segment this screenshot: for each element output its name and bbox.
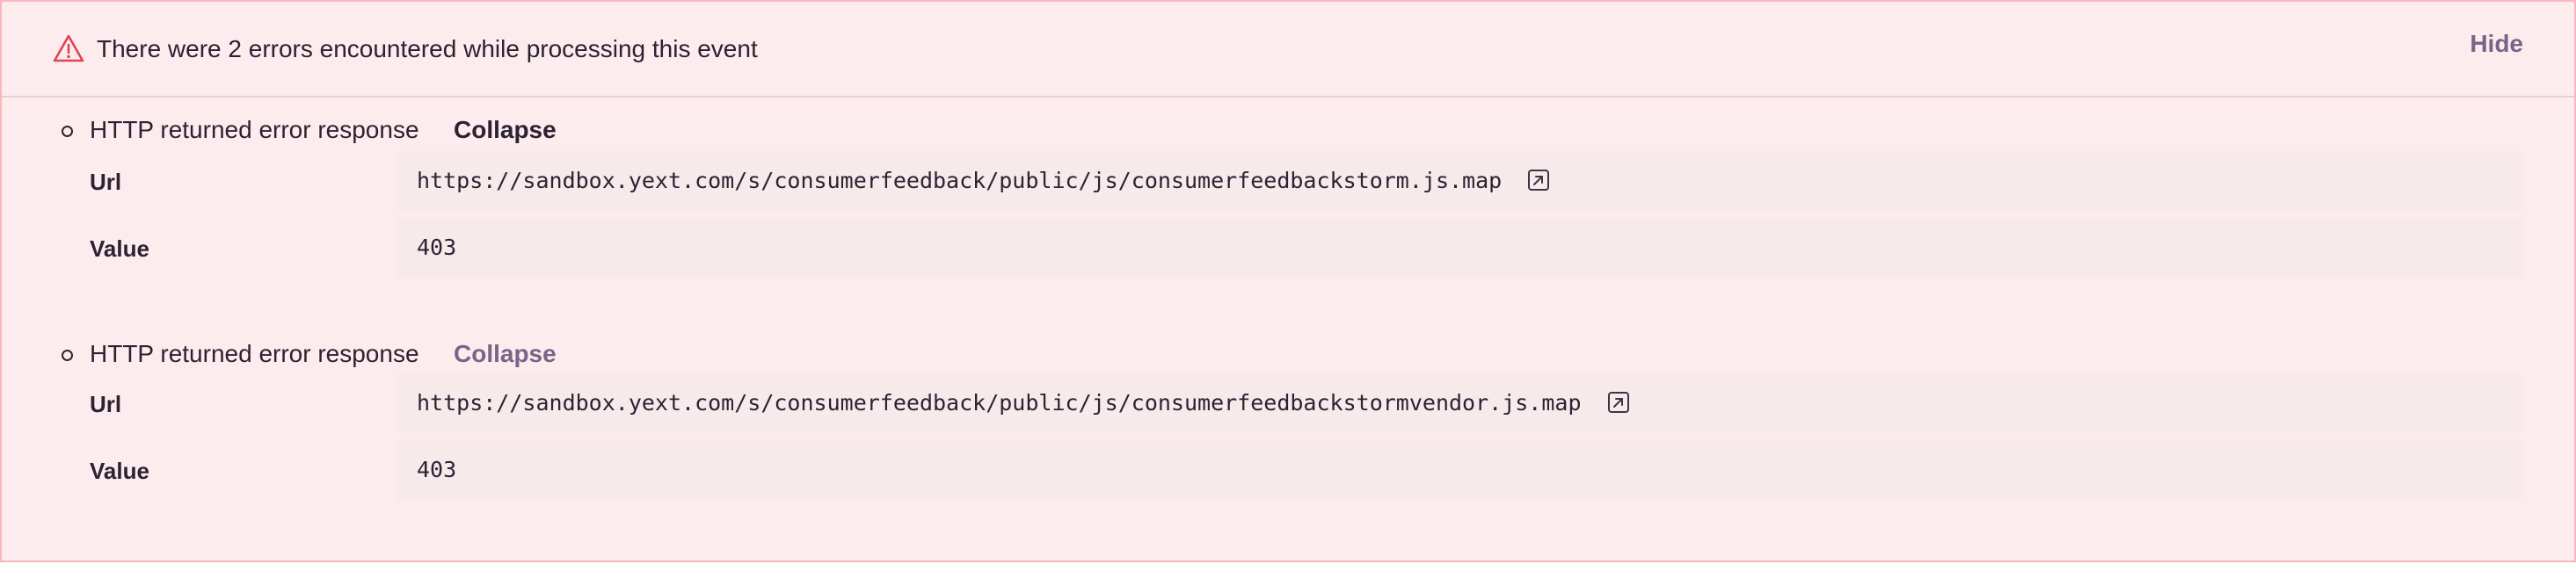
- error-title: HTTP returned error response: [90, 340, 419, 367]
- field-row-url: https://sandbox.yext.com/s/consumerfeedb…: [396, 151, 2523, 211]
- alert-title: There were 2 errors encountered while pr…: [97, 35, 758, 62]
- alert-header: There were 2 errors encountered while pr…: [2, 2, 2574, 98]
- error-item: HTTP returned error response Collapse Ur…: [2, 338, 2574, 514]
- warning-triangle-icon: [53, 34, 84, 62]
- open-external-icon[interactable]: [1607, 391, 1630, 414]
- field-row-value: 403: [396, 218, 2523, 278]
- bullet-icon: [62, 350, 73, 361]
- error-item: HTTP returned error response Collapse Ur…: [2, 114, 2574, 290]
- error-alert-panel: There were 2 errors encountered while pr…: [0, 0, 2576, 562]
- field-row-url: https://sandbox.yext.com/s/consumerfeedb…: [396, 373, 2523, 433]
- bullet-icon: [62, 126, 73, 137]
- field-value-value: 403: [417, 457, 457, 482]
- field-value-value: 403: [417, 235, 457, 260]
- error-title: HTTP returned error response: [90, 116, 419, 143]
- field-key-url: Url: [90, 391, 122, 417]
- open-external-icon[interactable]: [1527, 169, 1550, 192]
- field-value-url: https://sandbox.yext.com/s/consumerfeedb…: [417, 388, 1630, 418]
- collapse-button[interactable]: Collapse: [454, 338, 557, 370]
- field-row-value: 403: [396, 440, 2523, 500]
- collapse-button[interactable]: Collapse: [454, 114, 557, 146]
- field-key-url: Url: [90, 169, 122, 195]
- field-value-url: https://sandbox.yext.com/s/consumerfeedb…: [417, 166, 1550, 196]
- hide-button[interactable]: Hide: [2470, 28, 2523, 60]
- field-key-value: Value: [90, 235, 149, 262]
- field-key-value: Value: [90, 458, 149, 484]
